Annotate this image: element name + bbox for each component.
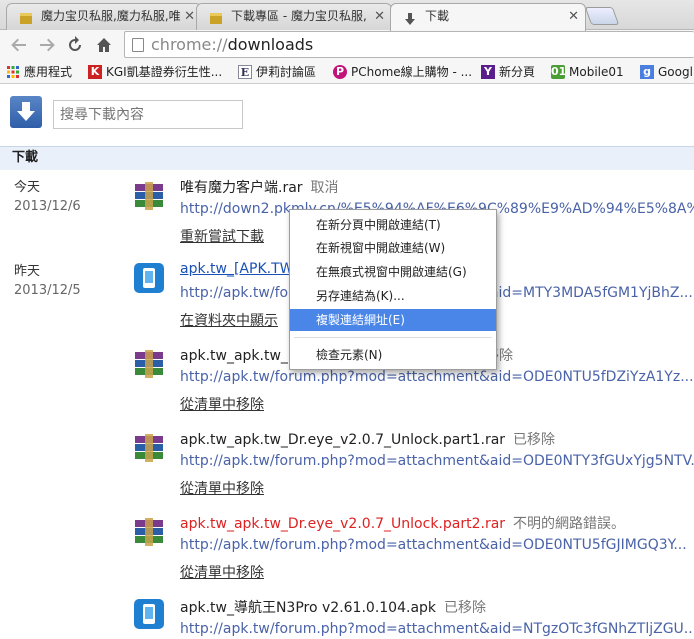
home-icon <box>97 38 111 52</box>
date-group-today: 今天 2013/12/6 <box>14 178 81 216</box>
date-group-date: 2013/12/6 <box>14 199 81 214</box>
bookmark-google[interactable]: g Googl <box>640 63 693 81</box>
home-button[interactable] <box>92 33 116 57</box>
winrar-icon <box>133 432 165 464</box>
download-status: 已移除 <box>444 600 487 616</box>
date-group-yesterday: 昨天 2013/12/5 <box>14 262 81 300</box>
download-item-url[interactable]: http://apk.tw/forum.php?mod=attachment&a… <box>180 453 694 469</box>
back-button[interactable] <box>7 33 31 57</box>
menu-open-in-incognito[interactable]: 在無痕式視窗中開啟連結(G) <box>290 261 496 283</box>
bookmark-label: PChome線上購物 - ... <box>351 65 473 79</box>
yahoo-icon: Y <box>481 65 495 79</box>
menu-save-link-as[interactable]: 另存連結為(K)... <box>290 285 496 307</box>
page-icon <box>132 38 144 52</box>
date-group-day: 昨天 <box>14 264 41 279</box>
search-downloads-input[interactable] <box>53 100 243 129</box>
remove-from-list-link[interactable]: 從清單中移除 <box>180 394 264 414</box>
tab-title: 下載 <box>425 9 450 23</box>
close-icon[interactable]: ✕ <box>374 4 385 29</box>
tab-downloads[interactable]: 下載 ✕ <box>390 3 586 31</box>
download-status[interactable]: 取消 <box>311 180 339 196</box>
download-item-url[interactable]: http://apk.tw/forum.php?mod=attachment&a… <box>180 621 694 637</box>
bookmark-label: Googl <box>658 65 693 79</box>
bookmark-label: KGI凱基證券衍生性... <box>106 65 223 79</box>
tab-2[interactable]: 下載專區 - 魔力宝贝私服, ✕ <box>196 3 392 30</box>
bookmark-mobile01[interactable]: 01 Mobile01 <box>551 63 624 81</box>
apps-grid-icon <box>6 65 20 79</box>
reload-button[interactable] <box>63 33 87 57</box>
file-name-link[interactable]: apk.tw_[APK.TW] <box>180 261 299 277</box>
bookmark-yahoo[interactable]: Y 新分頁 <box>481 63 535 81</box>
menu-open-in-new-window[interactable]: 在新視窗中開啟連結(W) <box>290 237 496 259</box>
close-icon[interactable]: ✕ <box>184 4 195 29</box>
date-group-date: 2013/12/5 <box>14 283 81 298</box>
downloads-logo <box>10 96 42 128</box>
retry-download-link[interactable]: 重新嘗試下載 <box>180 226 264 246</box>
download-arrow-icon <box>403 10 417 25</box>
download-item-url[interactable]: http://apk.tw/forum.php?mod=attachment&a… <box>180 537 694 553</box>
file-name: apk.tw_apk.tw_Dr.eye_v2.0.7_Unlock.part1… <box>180 432 506 448</box>
winrar-icon <box>133 348 165 380</box>
bookmark-label: 應用程式 <box>24 65 73 79</box>
close-icon[interactable]: ✕ <box>568 4 579 29</box>
winrar-icon <box>133 516 165 548</box>
forward-arrow-icon <box>40 38 55 52</box>
reload-icon <box>69 36 81 51</box>
eyny-icon: E <box>238 65 252 79</box>
bookmark-apps[interactable]: 應用程式 <box>6 63 72 81</box>
back-arrow-icon <box>11 38 26 52</box>
show-in-folder-link[interactable]: 在資料夾中顯示 <box>180 310 278 330</box>
bookmark-label: 新分頁 <box>499 65 536 79</box>
file-name: 唯有魔力客户端.rar <box>180 180 303 196</box>
tab-strip: 魔力宝贝私服,魔力私服,唯 ✕ 下載專區 - 魔力宝贝私服, ✕ 下載 ✕ <box>0 0 694 31</box>
download-item-name: apk.tw_導航王N3Pro v2.61.0.104.apk 已移除 <box>180 597 486 617</box>
winrar-icon <box>133 180 165 212</box>
toolbar: chrome://downloads <box>0 30 694 60</box>
download-item-url[interactable]: http://apk.tw/forum.php?mod=attachment&a… <box>180 369 694 385</box>
remove-from-list-link[interactable]: 從清單中移除 <box>180 562 264 582</box>
context-menu: 在新分頁中開啟連結(T) 在新視窗中開啟連結(W) 在無痕式視窗中開啟連結(G)… <box>289 209 497 370</box>
page-favicon-icon <box>19 10 33 24</box>
download-arrow-icon <box>17 102 35 121</box>
download-item-name: 唯有魔力客户端.rar 取消 <box>180 177 339 197</box>
bookmark-pchome[interactable]: P PChome線上購物 - ... <box>333 63 472 81</box>
kgi-icon: K <box>88 65 102 79</box>
bookmark-label: 伊莉討論區 <box>256 65 317 79</box>
android-apk-icon <box>133 598 165 630</box>
download-item-name: apk.tw_apk.tw_Dr.eye_v2.0.7_Unlock.part1… <box>180 429 555 449</box>
mobile01-icon: 01 <box>551 65 567 79</box>
new-tab-button[interactable] <box>584 7 620 25</box>
bookmark-kgi[interactable]: K KGI凱基證券衍生性... <box>88 63 222 81</box>
section-title: 下載 <box>0 146 694 170</box>
bookmark-eyny[interactable]: E 伊莉討論區 <box>238 63 316 81</box>
download-item-name: apk.tw_[APK.TW] <box>180 261 299 277</box>
url-path: downloads <box>227 35 314 54</box>
tab-title: 下載專區 - 魔力宝贝私服, <box>231 9 367 23</box>
android-apk-icon <box>133 262 165 294</box>
page-favicon-icon <box>209 10 223 24</box>
file-name: apk.tw_apk.tw_Dr.eye_v2.0.7_Unlock.part2… <box>180 516 506 532</box>
tab-title: 魔力宝贝私服,魔力私服,唯 <box>41 9 181 23</box>
menu-inspect-element[interactable]: 檢查元素(N) <box>290 344 496 366</box>
date-group-day: 今天 <box>14 180 41 195</box>
file-name: apk.tw_導航王N3Pro v2.61.0.104.apk <box>180 600 437 616</box>
download-status: 已移除 <box>513 432 556 448</box>
google-icon: g <box>640 65 654 79</box>
menu-copy-link-address[interactable]: 複製連結網址(E) <box>290 309 496 331</box>
download-item-name: apk.tw_apk.tw_Dr.eye_v2.0.7_Unlock.part2… <box>180 513 625 533</box>
download-status: 不明的網路錯誤。 <box>513 516 626 532</box>
menu-open-in-new-tab[interactable]: 在新分頁中開啟連結(T) <box>290 214 496 236</box>
address-bar[interactable]: chrome://downloads <box>124 31 694 58</box>
remove-from-list-link[interactable]: 從清單中移除 <box>180 478 264 498</box>
menu-separator <box>294 337 492 338</box>
bookmark-label: Mobile01 <box>569 65 624 79</box>
forward-button[interactable] <box>35 33 59 57</box>
pchome-icon: P <box>333 65 347 79</box>
tab-1[interactable]: 魔力宝贝私服,魔力私服,唯 ✕ <box>6 3 202 30</box>
url-scheme: chrome:// <box>151 35 228 54</box>
bookmarks-bar: 應用程式 K KGI凱基證券衍生性... E 伊莉討論區 P PChome線上購… <box>0 60 694 84</box>
